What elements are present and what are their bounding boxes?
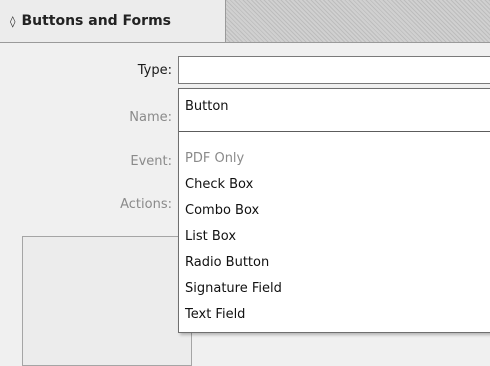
menu-header-pdf-only: PDF Only — [185, 151, 245, 166]
menu-separator — [179, 131, 490, 132]
actions-label: Actions: — [120, 197, 172, 212]
menu-item-list-box[interactable]: List Box — [185, 229, 236, 244]
type-dropdown-menu: Button PDF Only Check Box Combo Box List… — [178, 88, 490, 333]
actions-list-box — [22, 236, 192, 366]
type-select[interactable] — [178, 56, 490, 84]
panel-title: Buttons and Forms — [21, 13, 172, 29]
name-label: Name: — [129, 110, 172, 125]
type-label: Type: — [137, 63, 172, 78]
menu-item-check-box[interactable]: Check Box — [185, 177, 253, 192]
buttons-and-forms-tab[interactable]: ◊ Buttons and Forms — [0, 0, 226, 42]
menu-item-signature-field[interactable]: Signature Field — [185, 281, 282, 296]
menu-item-text-field[interactable]: Text Field — [185, 307, 245, 322]
up-down-chevron-icon[interactable]: ◊ — [10, 15, 15, 28]
panel-tab-bar: ◊ Buttons and Forms — [0, 0, 490, 43]
menu-item-button[interactable]: Button — [185, 99, 229, 114]
event-label: Event: — [130, 154, 172, 169]
menu-item-combo-box[interactable]: Combo Box — [185, 203, 259, 218]
menu-item-radio-button[interactable]: Radio Button — [185, 255, 269, 270]
